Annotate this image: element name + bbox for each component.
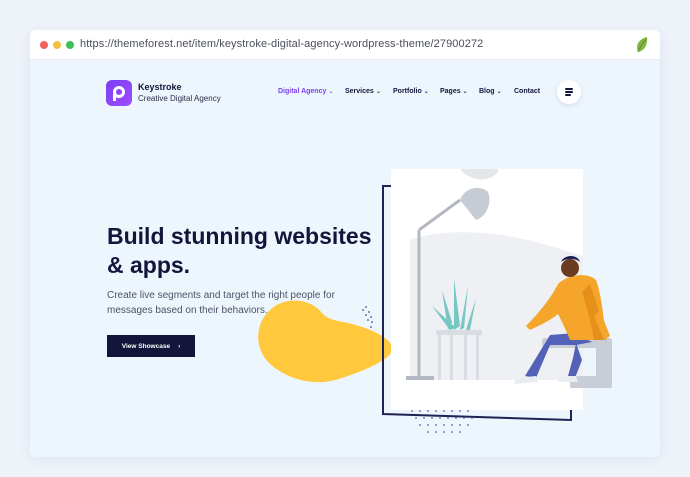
browser-window: https://themeforest.net/item/keystroke-d… [30,30,660,457]
person-shoe [558,376,578,382]
address-bar[interactable]: https://themeforest.net/item/keystroke-d… [30,30,660,60]
minimize-window-dot[interactable] [53,41,61,49]
person-head [561,259,579,277]
hero-subtitle: Create live segments and target the righ… [107,290,335,316]
dotted-pattern [411,410,473,433]
url-text[interactable]: https://themeforest.net/item/keystroke-d… [80,38,483,50]
lamp-base [406,376,434,380]
arrow-right-icon: › [178,342,181,350]
page-content: Keystroke Creative Digital Agency Digita… [30,60,660,457]
close-window-dot[interactable] [40,41,48,49]
view-showcase-button[interactable]: View Showcase › [107,335,195,357]
envato-leaf-icon [637,37,648,53]
view-showcase-label: View Showcase [121,342,171,350]
hero-title: Build stunning websites & apps. [107,223,372,278]
maximize-window-dot[interactable] [66,41,74,49]
